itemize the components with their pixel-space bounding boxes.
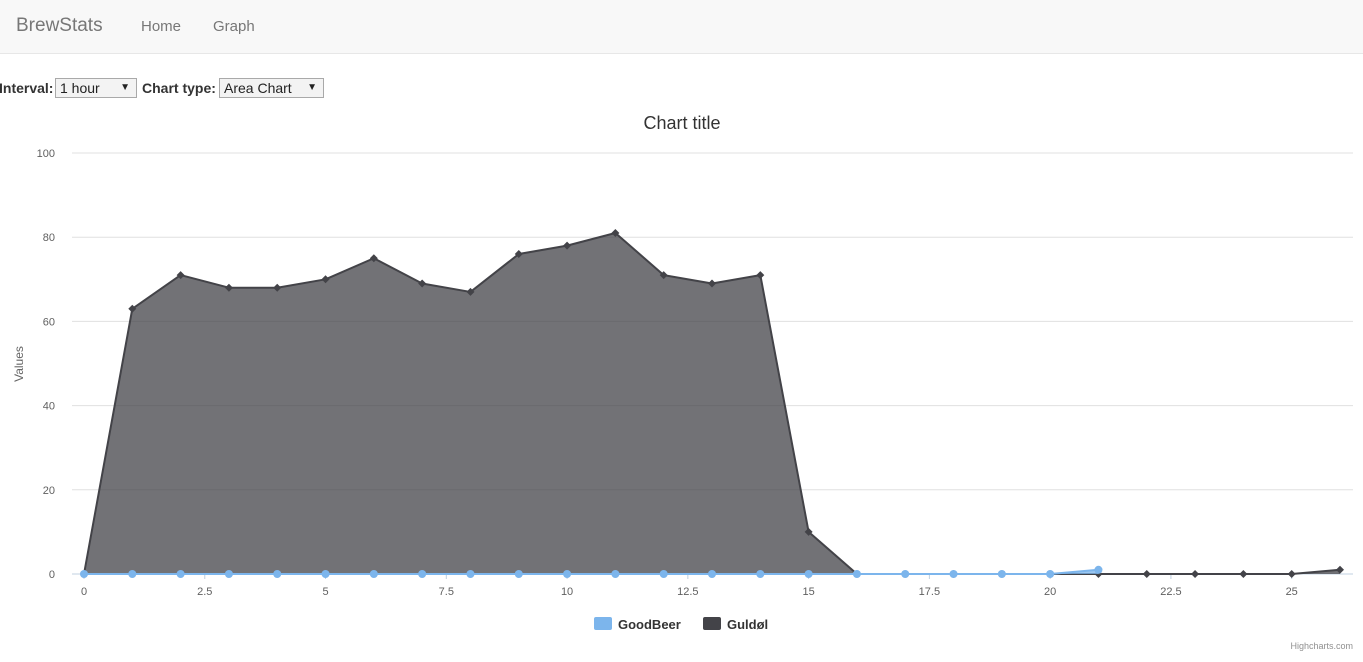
interval-label: Interval:: [0, 80, 54, 96]
x-tick-label: 7.5: [439, 586, 454, 598]
data-point-goodbeer: [80, 570, 88, 578]
brand-logo[interactable]: BrewStats: [16, 15, 103, 37]
legend-swatch-guldol: [703, 617, 721, 630]
chevron-down-icon: ▼: [307, 82, 317, 93]
chart-type-label: Chart type:: [142, 80, 216, 96]
x-tick-label: 22.5: [1160, 586, 1181, 598]
area-chart: Chart title Values 0 20 40 60 80 100 0 2.5 5 7.5…: [12, 113, 1353, 651]
data-point-goodbeer: [611, 570, 620, 578]
interval-select-value: 1 hour: [60, 80, 100, 96]
y-tick-label: 60: [43, 316, 55, 328]
x-tick-label: 25: [1286, 586, 1298, 598]
data-point-goodbeer: [1094, 565, 1103, 574]
x-tick-label: 2.5: [197, 586, 212, 598]
legend: GoodBeer Guldøl: [594, 617, 768, 632]
data-point-goodbeer: [224, 570, 233, 578]
data-point-goodbeer: [563, 570, 572, 578]
chart-title: Chart title: [643, 113, 720, 133]
navbar: BrewStats Home Graph: [0, 0, 1363, 54]
chevron-down-icon: ▼: [120, 82, 130, 93]
data-point-goodbeer: [418, 570, 427, 578]
data-point-goodbeer: [514, 570, 523, 578]
legend-item-guldol[interactable]: Guldøl: [703, 617, 768, 632]
data-point-guldol: [1239, 570, 1248, 578]
x-tick-label: 17.5: [919, 586, 940, 598]
x-tick-label: 20: [1044, 586, 1056, 598]
y-tick-label: 80: [43, 232, 55, 244]
data-point-goodbeer: [659, 570, 668, 578]
data-point-goodbeer: [852, 570, 861, 578]
data-point-goodbeer: [466, 570, 475, 578]
data-point-guldol: [1142, 570, 1151, 578]
legend-swatch-goodbeer: [594, 617, 612, 630]
legend-label-guldol: Guldøl: [727, 617, 768, 632]
x-tick-label: 10: [561, 586, 573, 598]
data-point-goodbeer: [901, 570, 910, 578]
y-tick-label: 100: [37, 148, 55, 160]
chart-type-select[interactable]: Area Chart ▼: [219, 78, 324, 98]
data-point-goodbeer: [128, 570, 137, 578]
x-tick-label: 12.5: [677, 586, 698, 598]
x-tick-label: 15: [802, 586, 814, 598]
credits-link[interactable]: Highcharts.com: [1290, 641, 1353, 651]
chart-type-select-value: Area Chart: [224, 80, 292, 96]
data-point-goodbeer: [1046, 570, 1055, 578]
data-point-guldol: [1287, 570, 1296, 578]
y-tick-label: 20: [43, 485, 55, 497]
data-point-goodbeer: [708, 570, 716, 578]
data-point-guldol: [1191, 570, 1200, 578]
nav-link-home[interactable]: Home: [141, 18, 181, 35]
data-point-goodbeer: [321, 570, 330, 578]
x-axis-ticks: 0 2.5 5 7.5 10 12.5 15 17.5 20 22.5 25: [81, 574, 1298, 598]
y-axis-title: Values: [12, 346, 26, 382]
series-layer: [80, 228, 1344, 578]
data-point-goodbeer: [756, 570, 765, 578]
data-point-goodbeer: [176, 570, 185, 578]
data-point-goodbeer: [273, 570, 282, 578]
nav-link-graph[interactable]: Graph: [213, 18, 255, 35]
interval-select[interactable]: 1 hour ▼: [55, 78, 137, 98]
y-axis-ticks: 0 20 40 60 80 100: [37, 148, 55, 581]
data-point-goodbeer: [804, 570, 813, 578]
y-tick-label: 40: [43, 401, 55, 413]
y-tick-label: 0: [49, 569, 55, 581]
x-tick-label: 0: [81, 586, 87, 598]
data-point-goodbeer: [949, 570, 958, 578]
data-point-goodbeer: [369, 570, 378, 578]
data-point-goodbeer: [997, 570, 1006, 578]
legend-item-goodbeer[interactable]: GoodBeer: [594, 617, 681, 632]
legend-label-goodbeer: GoodBeer: [618, 617, 681, 632]
x-tick-label: 5: [322, 586, 328, 598]
